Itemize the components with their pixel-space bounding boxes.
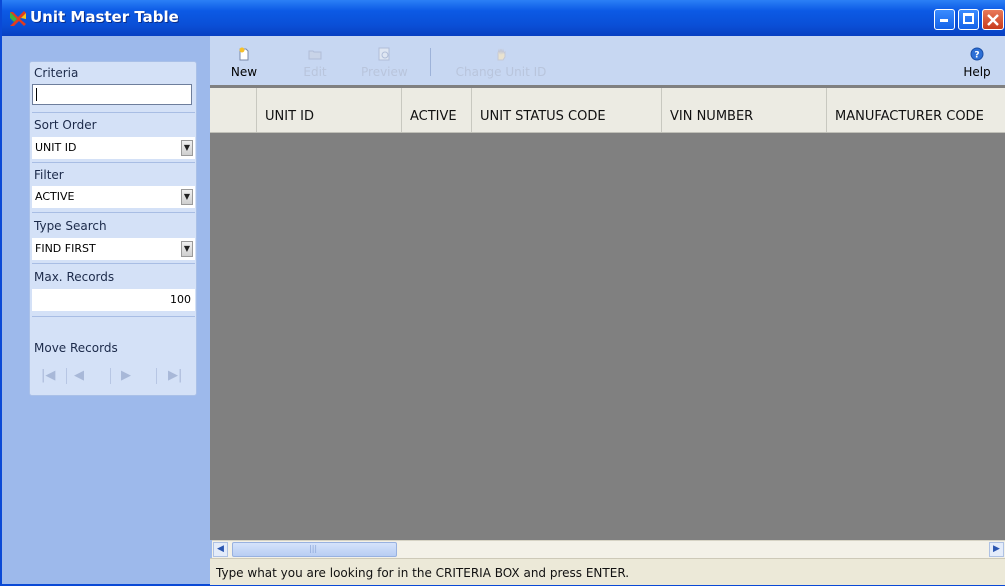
divider bbox=[32, 162, 195, 163]
status-bar: Type what you are looking for in the CRI… bbox=[210, 558, 1005, 585]
close-button[interactable] bbox=[982, 9, 1004, 30]
divider bbox=[32, 263, 195, 264]
criteria-input[interactable] bbox=[32, 84, 192, 105]
folder-icon bbox=[308, 50, 322, 60]
column-header-manufacturer-code[interactable]: MANUFACTURER CODE bbox=[827, 88, 1005, 132]
preview-button[interactable]: Preview bbox=[361, 47, 408, 79]
app-window: Unit Master Table Criteria Sort Order UN… bbox=[0, 0, 1005, 586]
help-button-label: Help bbox=[963, 65, 991, 79]
sort-order-value: UNIT ID bbox=[35, 141, 77, 154]
column-header-active[interactable]: ACTIVE bbox=[402, 88, 472, 132]
svg-text:?: ? bbox=[974, 51, 979, 61]
column-header-unit-id[interactable]: UNIT ID bbox=[257, 88, 402, 132]
type-search-select[interactable]: FIND FIRST ▼ bbox=[32, 238, 195, 260]
first-record-icon[interactable]: |◀ bbox=[41, 368, 55, 383]
type-search-label: Type Search bbox=[34, 219, 107, 233]
divider bbox=[32, 212, 195, 213]
column-header-unit-status-code[interactable]: UNIT STATUS CODE bbox=[472, 88, 662, 132]
change-unit-id-label: Change Unit ID bbox=[455, 65, 547, 79]
row-selector-header bbox=[210, 88, 257, 132]
scroll-left-icon[interactable]: ◀ bbox=[213, 542, 228, 557]
divider bbox=[32, 316, 195, 317]
column-header-vin-number[interactable]: VIN NUMBER bbox=[662, 88, 827, 132]
grid-header: UNIT ID ACTIVE UNIT STATUS CODE VIN NUMB… bbox=[210, 88, 1005, 133]
minimize-button[interactable] bbox=[934, 9, 955, 30]
criteria-label: Criteria bbox=[34, 66, 79, 80]
maximize-button[interactable] bbox=[958, 9, 979, 30]
status-message: Type what you are looking for in the CRI… bbox=[216, 566, 630, 580]
divider bbox=[32, 112, 195, 113]
type-search-value: FIND FIRST bbox=[35, 242, 96, 255]
new-document-icon bbox=[239, 47, 249, 61]
last-record-icon[interactable]: ▶| bbox=[168, 368, 182, 383]
preview-button-label: Preview bbox=[361, 65, 408, 79]
column-header-label: ACTIVE bbox=[410, 109, 457, 124]
chevron-down-icon[interactable]: ▼ bbox=[181, 140, 193, 156]
app-logo-icon bbox=[10, 11, 26, 26]
new-button-label: New bbox=[230, 65, 258, 79]
help-icon: ? bbox=[970, 47, 984, 61]
previous-record-icon[interactable]: ◀ bbox=[74, 368, 84, 383]
text-caret bbox=[36, 88, 37, 101]
column-header-label: UNIT STATUS CODE bbox=[480, 109, 606, 124]
horizontal-scrollbar[interactable]: ◀ ||| ▶ bbox=[212, 540, 1005, 558]
edit-button[interactable]: Edit bbox=[300, 47, 330, 79]
divider bbox=[156, 368, 157, 384]
preview-icon bbox=[378, 47, 390, 61]
filter-value: ACTIVE bbox=[35, 190, 75, 203]
data-grid[interactable]: UNIT ID ACTIVE UNIT STATUS CODE VIN NUMB… bbox=[210, 85, 1005, 540]
new-button[interactable]: New bbox=[227, 47, 261, 79]
chevron-down-icon[interactable]: ▼ bbox=[181, 241, 193, 257]
window-title: Unit Master Table bbox=[30, 8, 179, 26]
move-records-label: Move Records bbox=[34, 341, 118, 355]
column-header-label: MANUFACTURER CODE bbox=[835, 109, 984, 124]
change-unit-id-button[interactable]: Change Unit ID bbox=[455, 47, 547, 79]
title-bar[interactable]: Unit Master Table bbox=[2, 0, 1005, 36]
sort-order-label: Sort Order bbox=[34, 118, 97, 132]
hand-icon bbox=[497, 48, 506, 61]
divider bbox=[110, 368, 111, 384]
chevron-down-icon[interactable]: ▼ bbox=[181, 189, 193, 205]
column-header-label: VIN NUMBER bbox=[670, 109, 754, 124]
scroll-thumb[interactable]: ||| bbox=[232, 542, 397, 557]
edit-button-label: Edit bbox=[303, 65, 327, 79]
filter-select[interactable]: ACTIVE ▼ bbox=[32, 186, 195, 208]
next-record-icon[interactable]: ▶ bbox=[121, 368, 131, 383]
close-icon bbox=[987, 14, 999, 26]
help-button[interactable]: ? Help bbox=[962, 47, 992, 79]
max-records-input[interactable]: 100 bbox=[32, 289, 195, 311]
record-navigation: |◀ ◀ ▶ ▶| bbox=[32, 363, 195, 390]
scroll-right-icon[interactable]: ▶ bbox=[989, 542, 1004, 557]
toolbar-separator bbox=[430, 48, 431, 76]
max-records-label: Max. Records bbox=[34, 270, 115, 284]
sort-order-select[interactable]: UNIT ID ▼ bbox=[32, 137, 195, 159]
max-records-value: 100 bbox=[170, 293, 191, 306]
filter-label: Filter bbox=[34, 168, 64, 182]
column-header-label: UNIT ID bbox=[265, 109, 314, 124]
divider bbox=[66, 368, 67, 384]
